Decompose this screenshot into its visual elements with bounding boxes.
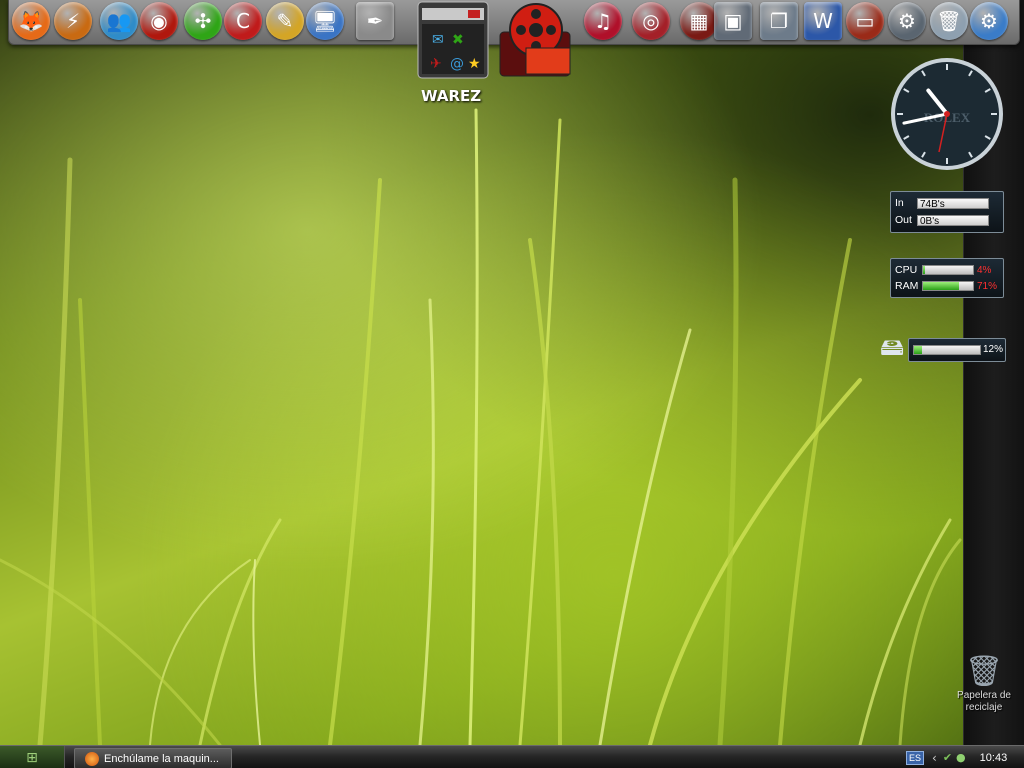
svg-text:★: ★ — [468, 56, 481, 72]
windows-logo-icon: ⊞ — [26, 749, 38, 766]
cpu-label: CPU — [895, 264, 918, 276]
dock-messenger-icon[interactable]: 👥 — [100, 2, 138, 40]
dock-paint-tools-icon[interactable]: ✎ — [266, 2, 304, 40]
ram-bar — [922, 281, 974, 291]
cpu-ram-gadget: CPU 4% RAM 71% — [890, 258, 1004, 298]
clock-time[interactable]: 10:43 — [980, 752, 1008, 764]
warez-label: WAREZ — [421, 87, 482, 105]
recycle-bin-label: Papelera de reciclaje — [957, 690, 1011, 713]
warez-folder-icon[interactable]: ✉ ✖ ✈ @ ★ — [416, 0, 492, 80]
dock-limewire-icon[interactable]: ✣ — [184, 2, 222, 40]
movie-folder-icon[interactable] — [496, 2, 574, 78]
dock-laptop-icon[interactable]: ▭ — [846, 2, 884, 40]
start-button[interactable]: ⊞ — [0, 746, 65, 768]
dock-computer-icon[interactable]: 🖥 — [306, 2, 344, 40]
dock-ccleaner-icon[interactable]: C — [224, 2, 262, 40]
clock-gadget: ROLEX — [891, 58, 1003, 170]
dock-dvd-burner-icon[interactable]: ◎ — [632, 2, 670, 40]
desktop-recycle-bin[interactable]: 🗑 Papelera de reciclaje — [944, 654, 1024, 714]
dock-window-icon[interactable]: ▣ — [714, 2, 752, 40]
svg-text:✈: ✈ — [430, 56, 442, 72]
ram-label: RAM — [895, 280, 919, 292]
dock-music-icon[interactable]: ♫ — [584, 2, 622, 40]
svg-text:@: @ — [450, 56, 464, 72]
net-in-label: In — [895, 197, 904, 209]
net-in-value: 74B's — [917, 197, 989, 210]
dock-media-player-icon[interactable]: ◉ — [140, 2, 178, 40]
cpu-percent: 4% — [977, 264, 992, 276]
system-tray: ES ‹ ✔ ● 10:43 — [902, 746, 1024, 768]
language-indicator[interactable]: ES — [906, 750, 925, 765]
tray-expand-icon[interactable]: ‹ — [932, 751, 937, 765]
net-out-label: Out — [895, 214, 912, 226]
disk-bar — [913, 344, 981, 355]
dock-control-panel-icon[interactable]: ⚙ — [970, 2, 1008, 40]
disk-percent: 12% — [983, 344, 1004, 355]
cpu-bar — [922, 265, 974, 275]
dock-documents-icon[interactable]: ❐ — [760, 2, 798, 40]
firefox-icon — [85, 751, 99, 766]
network-meter-gadget: In 74B's Out 0B's — [890, 191, 1004, 233]
dock-download-accelerator-icon[interactable]: ⚡ — [54, 2, 92, 40]
svg-text:✉: ✉ — [432, 32, 444, 48]
dock-word-icon[interactable]: W — [804, 2, 842, 40]
dock-firefox-icon[interactable]: 🦊 — [12, 2, 50, 40]
recycle-bin-icon: 🗑 — [964, 654, 1004, 689]
svg-text:✖: ✖ — [452, 32, 464, 48]
network-tray-icon[interactable]: ✔ — [943, 751, 952, 764]
net-out-value: 0B's — [917, 214, 989, 227]
taskbar-item-title: Enchúlame la maquin... — [104, 752, 219, 765]
user-tray-icon[interactable]: ● — [956, 751, 966, 764]
dock-settings-icon[interactable]: ⚙ — [888, 2, 926, 40]
taskbar-item-firefox[interactable]: Enchúlame la maquin... — [74, 748, 232, 768]
dock-notepad-icon[interactable]: ✒ — [356, 2, 394, 40]
taskbar: ⊞ Enchúlame la maquin... ES ‹ ✔ ● 10:43 — [0, 745, 1024, 768]
wallpaper-grass — [0, 108, 962, 745]
ram-percent: 71% — [977, 280, 998, 292]
dock-picture-viewer-icon[interactable]: ▦ — [680, 2, 718, 40]
disk-usage-gadget: 12% — [908, 338, 1006, 362]
dock-recycle-bin-icon[interactable]: 🗑 — [930, 2, 968, 40]
